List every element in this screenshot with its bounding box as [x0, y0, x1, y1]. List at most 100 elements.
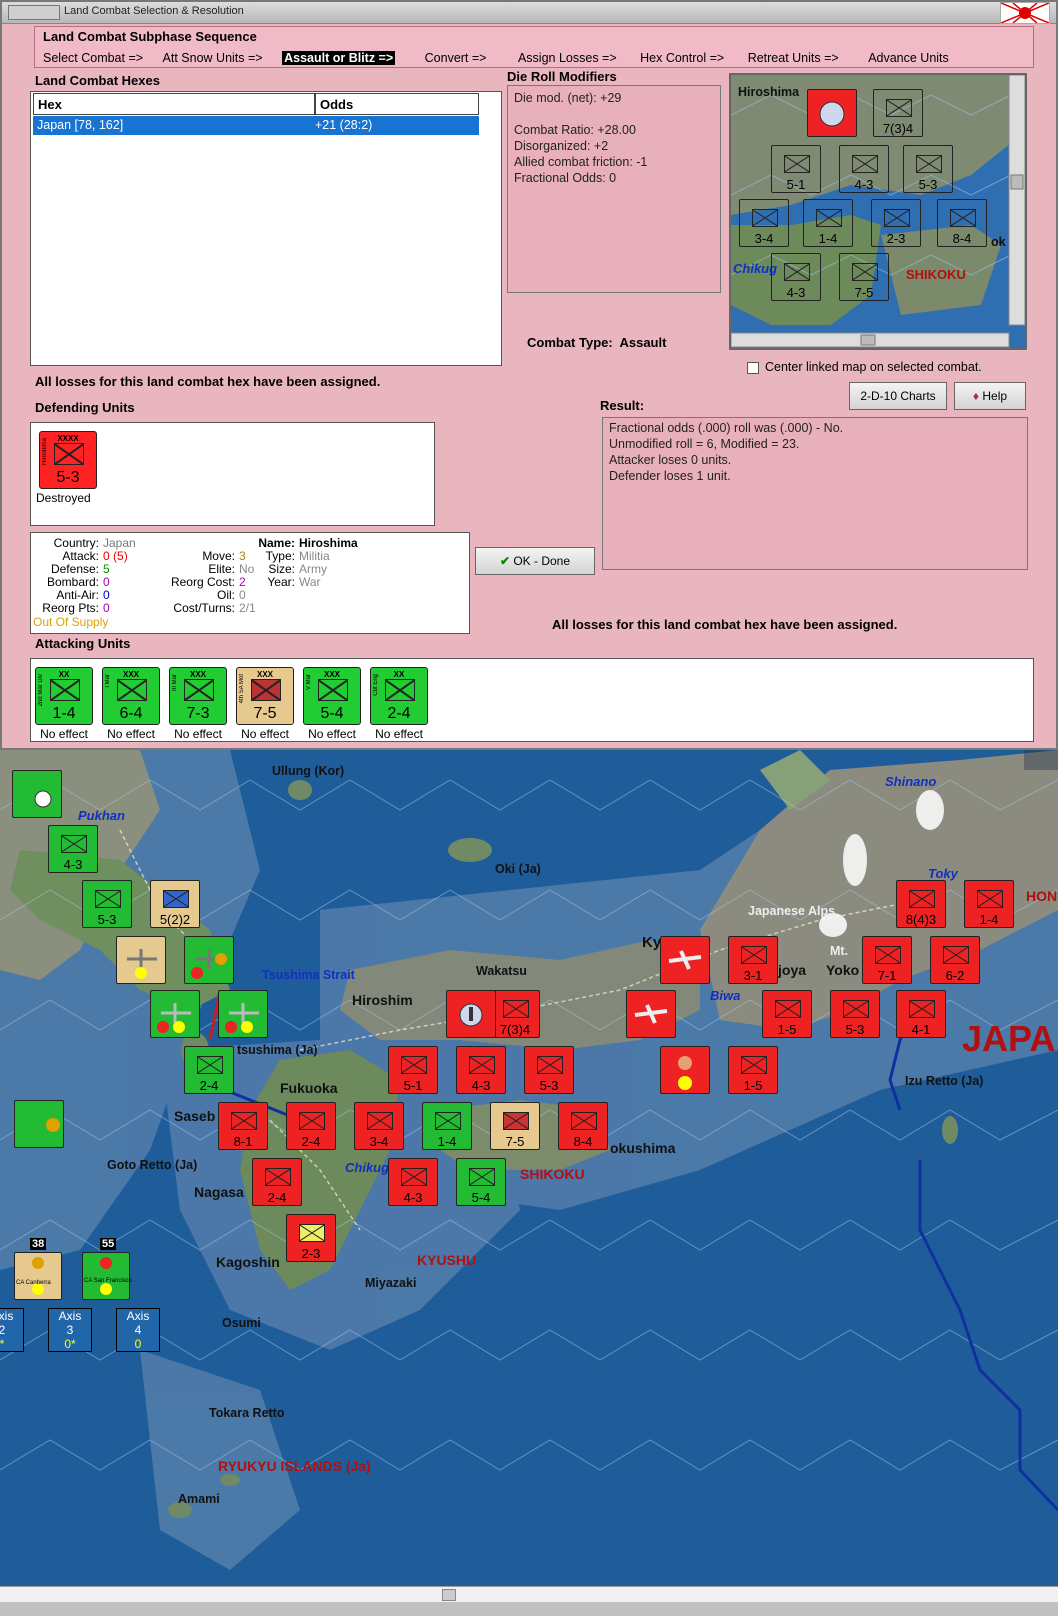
attacking-unit-status: No effect	[375, 727, 423, 741]
map-naval-unit[interactable]	[660, 1046, 710, 1094]
axis-box[interactable]: Axis 3 0*	[48, 1308, 92, 1352]
motorized-symbol-icon	[251, 679, 281, 701]
attacking-unit-counter[interactable]: XXX V Mar 5-4	[303, 667, 361, 725]
map-air-unit[interactable]	[626, 990, 676, 1038]
map-air-unit[interactable]	[12, 770, 62, 818]
step-retreat[interactable]: Retreat Units =>	[748, 51, 839, 65]
map-unit[interactable]: 1-4	[422, 1102, 472, 1150]
map-unit[interactable]: 2-3	[286, 1214, 336, 1262]
minimap-unit-synthoil[interactable]	[807, 89, 857, 137]
attacking-unit-counter[interactable]: XXX I Mar 6-4	[102, 667, 160, 725]
step-assign-losses[interactable]: Assign Losses =>	[518, 51, 617, 65]
linked-minimap[interactable]: Hiroshima SHIKOKU Chikug ok 7(3)4 5-1 4-…	[729, 73, 1027, 350]
scroll-thumb[interactable]	[442, 1589, 456, 1601]
minimap-unit[interactable]: 7(3)4	[873, 89, 923, 137]
window-title: Land Combat Selection & Resolution	[64, 5, 244, 17]
infantry-symbol-icon	[741, 946, 767, 964]
map-label-tsushima-strait: Tsushima Strait	[262, 968, 355, 982]
map-air-unit[interactable]	[14, 1100, 64, 1148]
minimap-unit[interactable]: 3-4	[739, 199, 789, 247]
step-hex-control[interactable]: Hex Control =>	[640, 51, 724, 65]
attacking-unit-counter[interactable]: XXX 4th SA Mot 7-5	[236, 667, 294, 725]
map-unit[interactable]: 3-4	[354, 1102, 404, 1150]
minimap-unit[interactable]: 8-4	[937, 199, 987, 247]
map-unit[interactable]: 5(2)2	[150, 880, 200, 928]
map-unit[interactable]: 5-3	[830, 990, 880, 1038]
map-unit[interactable]: 4-3	[388, 1158, 438, 1206]
map-naval-unit[interactable]	[14, 1252, 62, 1300]
center-map-option[interactable]: Center linked map on selected combat.	[747, 360, 982, 374]
minimap-unit[interactable]: 2-3	[871, 199, 921, 247]
map-label-shikoku: SHIKOKU	[520, 1166, 585, 1182]
map-air-unit[interactable]	[116, 936, 166, 984]
help-button[interactable]: ♦ Help	[954, 382, 1026, 410]
minimap-unit[interactable]: 5-3	[903, 145, 953, 193]
synthetic-oil-plant-icon[interactable]	[446, 990, 496, 1038]
axis-box[interactable]: Axis2*	[0, 1308, 24, 1352]
map-unit[interactable]: 2-4	[252, 1158, 302, 1206]
map-air-unit[interactable]	[218, 990, 268, 1038]
die-roll-modifiers: Die mod. (net): +29 Combat Ratio: +28.00…	[507, 85, 721, 293]
minimap-unit[interactable]: 4-3	[839, 145, 889, 193]
system-menu-button[interactable]	[8, 5, 60, 20]
step-convert[interactable]: Convert =>	[425, 51, 487, 65]
map-label-tokara: Tokara Retto	[209, 1406, 285, 1420]
map-unit[interactable]: 8-4	[558, 1102, 608, 1150]
map-unit[interactable]: 3-1	[728, 936, 778, 984]
map-unit[interactable]: 4-3	[48, 825, 98, 873]
map-air-unit[interactable]	[184, 936, 234, 984]
attacking-unit-status: No effect	[174, 727, 222, 741]
map-unit[interactable]: 5-3	[524, 1046, 574, 1094]
map-unit[interactable]: 2-4	[184, 1046, 234, 1094]
map-unit[interactable]: 5-3	[82, 880, 132, 928]
odds-column-header[interactable]: Odds	[315, 93, 479, 115]
step-assault-blitz[interactable]: Assault or Blitz =>	[282, 51, 396, 65]
main-map[interactable]: Ullung (Kor) Oki (Ja) Shinano Pukhan Tsu…	[0, 750, 1058, 1616]
defending-unit-counter[interactable]: XXXX Hiroshima 5-3	[39, 431, 97, 489]
map-label-yokohama: Yoko	[826, 962, 860, 978]
map-unit[interactable]: 6-2	[930, 936, 980, 984]
map-label-hiroshima: Hiroshim	[352, 992, 413, 1008]
infantry-symbol-icon	[916, 155, 942, 173]
subphase-steps: Select Combat => Att Snow Units => Assau…	[43, 51, 1033, 65]
step-advance[interactable]: Advance Units	[868, 51, 949, 65]
map-unit[interactable]: 7-5	[490, 1102, 540, 1150]
attacking-unit-counter[interactable]: XX 2nd Mar Div 1-4	[35, 667, 93, 725]
map-label-amami: Amami	[178, 1492, 220, 1506]
map-unit[interactable]: 4-1	[896, 990, 946, 1038]
map-unit[interactable]: 8-1	[218, 1102, 268, 1150]
center-map-checkbox[interactable]	[747, 361, 759, 374]
axis-box[interactable]: Axis 4 0	[116, 1308, 160, 1352]
map-naval-unit[interactable]	[82, 1252, 130, 1300]
charts-button[interactable]: 2-D-10 Charts	[849, 382, 947, 410]
hex-column-header[interactable]: Hex	[33, 93, 315, 115]
combat-hex-row[interactable]: Japan [78, 162] +21 (28:2)	[33, 116, 479, 135]
map-air-unit[interactable]	[150, 990, 200, 1038]
map-air-unit[interactable]	[660, 936, 710, 984]
map-unit[interactable]: 5-1	[388, 1046, 438, 1094]
map-unit[interactable]: 1-5	[762, 990, 812, 1038]
minimap-unit[interactable]: 7-5	[839, 253, 889, 301]
modifier-line: Disorganized: +2	[514, 139, 609, 153]
title-bar: Land Combat Selection & Resolution	[2, 2, 1056, 24]
map-unit[interactable]: 8(4)3	[896, 880, 946, 928]
minimap-unit[interactable]: 4-3	[771, 253, 821, 301]
map-unit[interactable]: 4-3	[456, 1046, 506, 1094]
ok-done-button[interactable]: ✔ OK - Done	[475, 547, 595, 575]
map-unit[interactable]: 1-4	[964, 880, 1014, 928]
map-horizontal-scrollbar[interactable]	[0, 1586, 1058, 1602]
step-select-combat[interactable]: Select Combat =>	[43, 51, 143, 65]
combat-hex-list[interactable]: Hex Odds Japan [78, 162] +21 (28:2)	[30, 91, 502, 366]
attacking-unit-counter[interactable]: XX Cbt Eng 2-4	[370, 667, 428, 725]
minimap-unit[interactable]: 5-1	[771, 145, 821, 193]
map-unit[interactable]: 1-5	[728, 1046, 778, 1094]
map-unit[interactable]: 7(3)4	[490, 990, 540, 1038]
marine-symbol-icon	[117, 679, 147, 701]
minimap-unit[interactable]: 1-4	[803, 199, 853, 247]
attacking-unit-counter[interactable]: XXX III Mar 7-3	[169, 667, 227, 725]
infantry-symbol-icon	[401, 1056, 427, 1074]
map-unit[interactable]: 7-1	[862, 936, 912, 984]
map-unit[interactable]: 2-4	[286, 1102, 336, 1150]
map-unit[interactable]: 5-4	[456, 1158, 506, 1206]
step-att-snow[interactable]: Att Snow Units =>	[163, 51, 263, 65]
